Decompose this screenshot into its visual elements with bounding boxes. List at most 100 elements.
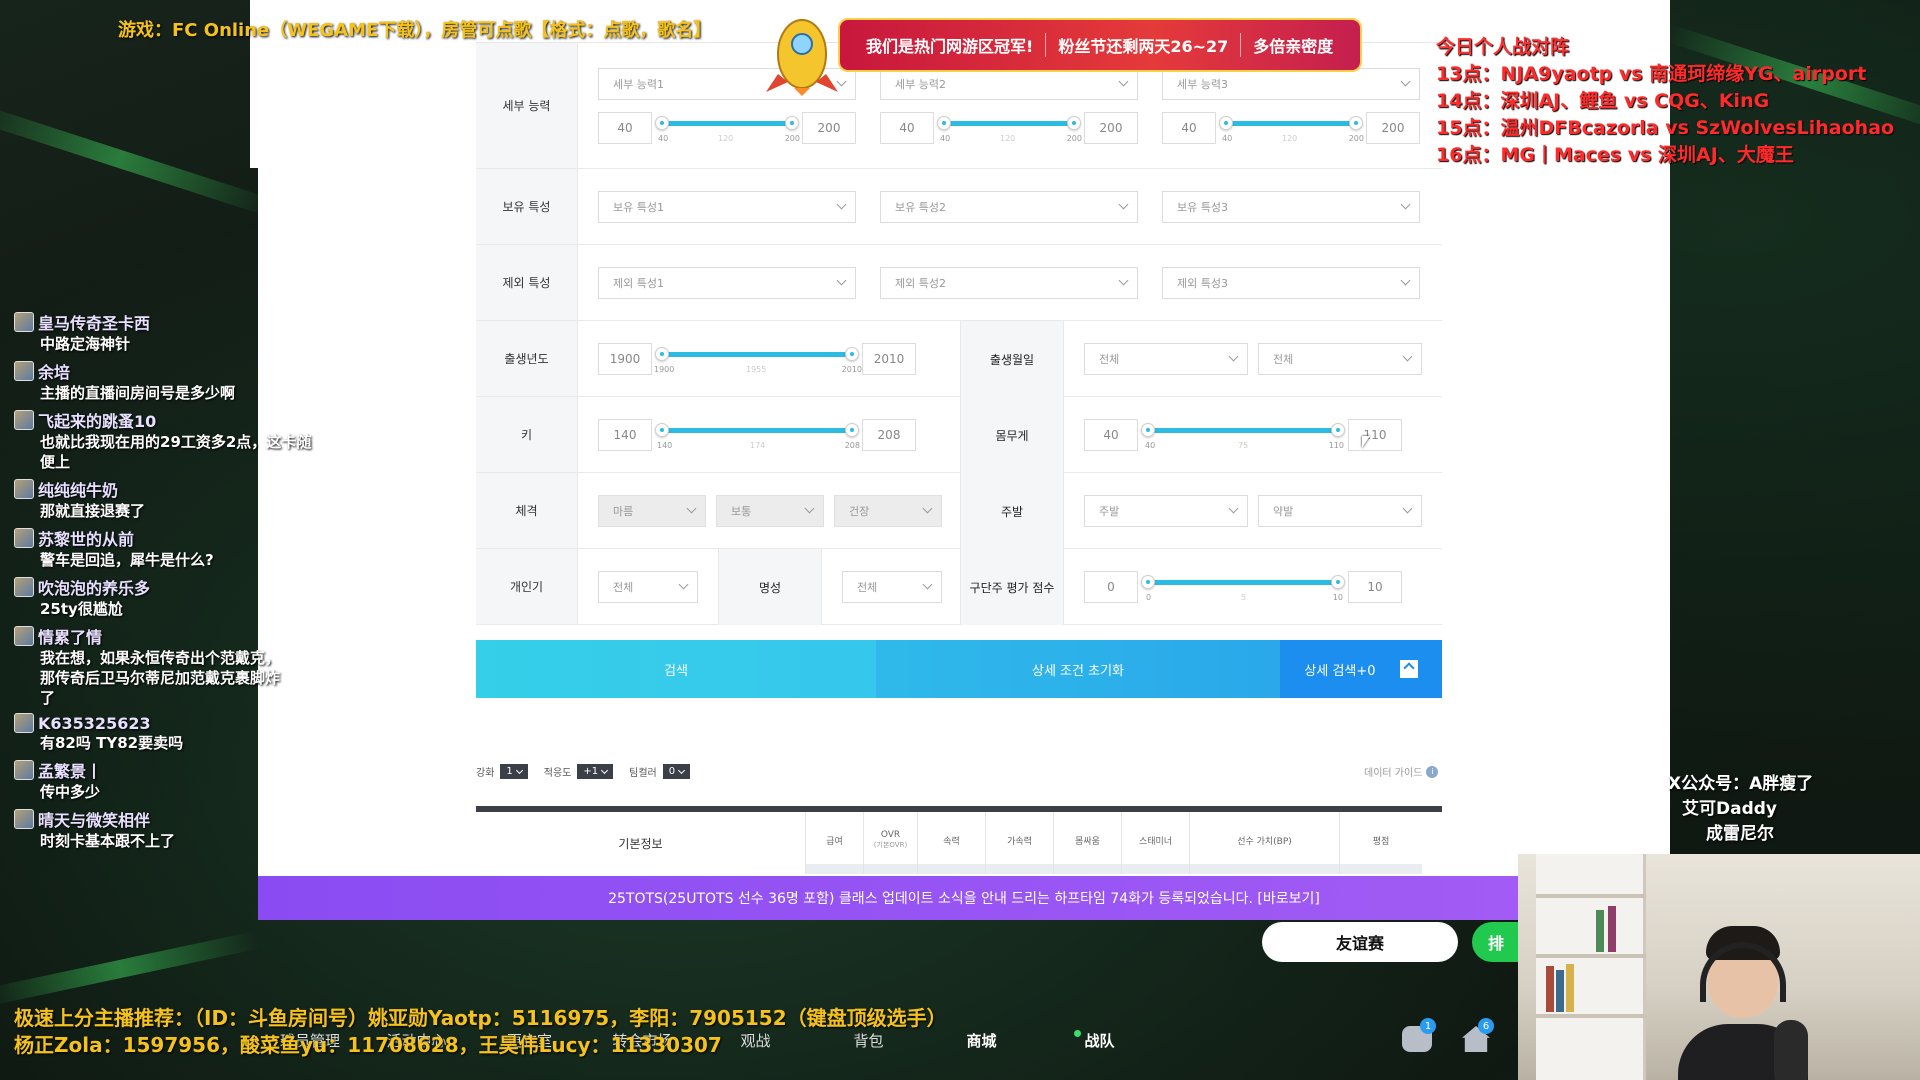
height-min[interactable]: 140 bbox=[598, 418, 652, 451]
tick-label: 200 bbox=[1348, 133, 1364, 143]
owned-trait-select-2[interactable]: 보유 특성2 bbox=[880, 190, 1138, 223]
slider-handle-max[interactable] bbox=[1331, 574, 1345, 589]
overlay-line: 成雷尼尔 bbox=[1706, 824, 1774, 844]
sort-arrows-icon[interactable] bbox=[986, 864, 1053, 874]
chat-text: 警车是回追，犀牛是什么? bbox=[40, 551, 214, 569]
online-dot-icon bbox=[1074, 1029, 1082, 1037]
col-physical[interactable]: 몸싸움 bbox=[1054, 812, 1122, 874]
slider-handle-min[interactable] bbox=[655, 115, 669, 130]
birth-month-select[interactable]: 전체 bbox=[1084, 342, 1248, 375]
sort-arrows-icon[interactable] bbox=[1054, 864, 1121, 874]
owned-trait-select-1[interactable]: 보유 특성1 bbox=[598, 190, 856, 223]
height-max[interactable]: 208 bbox=[862, 418, 916, 451]
slider-handle-min[interactable] bbox=[655, 346, 669, 361]
sort-arrows-icon[interactable] bbox=[806, 864, 863, 874]
owned-trait-select-3[interactable]: 보유 특성3 bbox=[1162, 190, 1420, 223]
detail-ability-slider-3[interactable]: 40 120 200 bbox=[1219, 112, 1364, 144]
tick-label: 1900 bbox=[654, 364, 675, 374]
data-guide-link[interactable]: 데이터 가이드 i bbox=[1364, 764, 1439, 779]
teamcolor-select[interactable]: 0 bbox=[662, 764, 691, 779]
row-owned-trait: 보유 특성 보유 특성1 보유 특성2 보유 특성3 bbox=[476, 169, 1442, 245]
label-detail-ability: 세부 능력 bbox=[476, 43, 578, 168]
upgrade-select[interactable]: 1 bbox=[500, 764, 528, 779]
reset-conditions-button[interactable]: 상세 조건 초기화 bbox=[876, 640, 1280, 698]
slider-handle-min[interactable] bbox=[1141, 574, 1155, 589]
birth-year-max[interactable]: 2010 bbox=[862, 342, 916, 375]
rating-min[interactable]: 0 bbox=[1084, 570, 1138, 603]
popularity-select[interactable]: 전체 bbox=[598, 570, 698, 603]
sort-arrows-icon[interactable] bbox=[1340, 864, 1422, 874]
detail-ability-slider-2[interactable]: 40 120 200 bbox=[937, 112, 1082, 144]
detail-ability-select-3[interactable]: 세부 능력3 bbox=[1162, 67, 1420, 100]
friendly-match-button[interactable]: 友谊赛 bbox=[1262, 922, 1458, 962]
detail-ability-min-3[interactable]: 40 bbox=[1162, 111, 1216, 144]
detail-ability-select-2[interactable]: 세부 능력2 bbox=[880, 67, 1138, 100]
col-salary[interactable]: 급여 bbox=[806, 812, 864, 874]
slider-handle-max[interactable] bbox=[1349, 115, 1363, 130]
slider-handle-max[interactable] bbox=[845, 422, 859, 437]
chat-message: 余培 主播的直播间房间号是多少啊 bbox=[14, 359, 314, 403]
fame-select[interactable]: 전체 bbox=[842, 570, 942, 603]
slider-handle-max[interactable] bbox=[1331, 422, 1345, 437]
sort-arrows-icon[interactable] bbox=[864, 864, 917, 874]
col-player-value[interactable]: 선수 가치(BP) bbox=[1190, 812, 1340, 874]
chat-text: 传中多少 bbox=[40, 783, 101, 801]
slider-handle-min[interactable] bbox=[655, 422, 669, 437]
detail-ability-slider-1[interactable]: 40 120 200 bbox=[655, 112, 800, 144]
detail-search-toggle[interactable]: 상세 검색+0 bbox=[1280, 640, 1442, 698]
birth-year-slider[interactable]: 1900 1955 2010 bbox=[654, 343, 862, 375]
slider-handle-min[interactable] bbox=[1219, 115, 1233, 130]
col-speed[interactable]: 속력 bbox=[918, 812, 986, 874]
schedule-line: 16点：MG丨Maces vs 深圳AJ、大魔王 bbox=[1436, 144, 1794, 166]
col-acceleration[interactable]: 가속력 bbox=[986, 812, 1054, 874]
excluded-trait-select-1[interactable]: 제외 특성1 bbox=[598, 266, 856, 299]
detail-ability-min-1[interactable]: 40 bbox=[598, 111, 652, 144]
sort-arrows-icon[interactable] bbox=[1190, 864, 1339, 874]
tick-label: 75 bbox=[1238, 440, 1249, 450]
birth-year-min[interactable]: 1900 bbox=[598, 342, 652, 375]
tick-label: 140 bbox=[657, 440, 673, 450]
detail-ability-max-1[interactable]: 200 bbox=[802, 111, 856, 144]
label-body-type: 체격 bbox=[476, 473, 578, 548]
weak-foot-select[interactable]: 약발 bbox=[1258, 494, 1422, 527]
height-slider[interactable]: 140 174 208 bbox=[655, 419, 860, 451]
slider-handle-max[interactable] bbox=[1067, 115, 1081, 130]
col-stamina[interactable]: 스태미너 bbox=[1122, 812, 1190, 874]
col-ovr[interactable]: OVR (기본OVR) bbox=[864, 812, 918, 874]
excluded-trait-select-2[interactable]: 제외 특성2 bbox=[880, 266, 1138, 299]
fit-select[interactable]: +1 bbox=[577, 764, 614, 779]
detail-ability-max-3[interactable]: 200 bbox=[1366, 111, 1420, 144]
nav-team[interactable]: 战队 bbox=[1038, 1029, 1151, 1051]
body-type-select-slim[interactable]: 마름 bbox=[598, 494, 706, 527]
excluded-trait-select-3[interactable]: 제외 특성3 bbox=[1162, 266, 1420, 299]
detail-search-label: 상세 검색+0 bbox=[1304, 663, 1376, 679]
weight-slider[interactable]: 40 75 110 bbox=[1141, 419, 1345, 451]
birth-day-select[interactable]: 전체 bbox=[1258, 342, 1422, 375]
detail-ability-min-2[interactable]: 40 bbox=[880, 111, 934, 144]
slider-handle-min[interactable] bbox=[937, 115, 951, 130]
chat-message: 孟繁景丨 传中多少 bbox=[14, 758, 314, 802]
sort-arrows-icon[interactable] bbox=[1122, 864, 1189, 874]
rating-slider[interactable]: 0 5 10 bbox=[1141, 571, 1345, 603]
event-banner[interactable]: 我们是热门网游区冠军! 粉丝节还剩两天26~27 多倍亲密度 bbox=[838, 18, 1362, 72]
slider-handle-max[interactable] bbox=[785, 115, 799, 130]
col-rating[interactable]: 평점 bbox=[1340, 812, 1422, 874]
rating-max[interactable]: 10 bbox=[1348, 570, 1402, 603]
chat-message: 纯纯纯牛奶 那就直接退赛了 bbox=[14, 477, 314, 521]
bookshelf bbox=[1536, 854, 1646, 1080]
chat-text: 时刻卡基本跟不上了 bbox=[40, 832, 176, 850]
weight-max[interactable]: 110 bbox=[1348, 418, 1402, 451]
search-button[interactable]: 검색 bbox=[476, 640, 876, 698]
chat-overlay: 皇马传奇圣卡西 中路定海神针 余培 主播的直播间房间号是多少啊 飞起来的跳蚤10 也就… bbox=[14, 310, 314, 856]
detail-ability-max-2[interactable]: 200 bbox=[1084, 111, 1138, 144]
preferred-foot-select[interactable]: 주발 bbox=[1084, 494, 1248, 527]
body-type-select-strong[interactable]: 건장 bbox=[834, 494, 942, 527]
tick-label: 10 bbox=[1332, 592, 1343, 602]
slider-handle-min[interactable] bbox=[1141, 422, 1155, 437]
chat-username: 情累了情 bbox=[38, 628, 103, 647]
sort-arrows-icon[interactable] bbox=[918, 864, 985, 874]
notice-banner[interactable]: 25TOTS(25UTOTS 선수 36명 포함) 클래스 업데이트 소식을 안… bbox=[258, 876, 1670, 920]
body-type-select-normal[interactable]: 보통 bbox=[716, 494, 824, 527]
slider-handle-max[interactable] bbox=[845, 346, 859, 361]
weight-min[interactable]: 40 bbox=[1084, 418, 1138, 451]
